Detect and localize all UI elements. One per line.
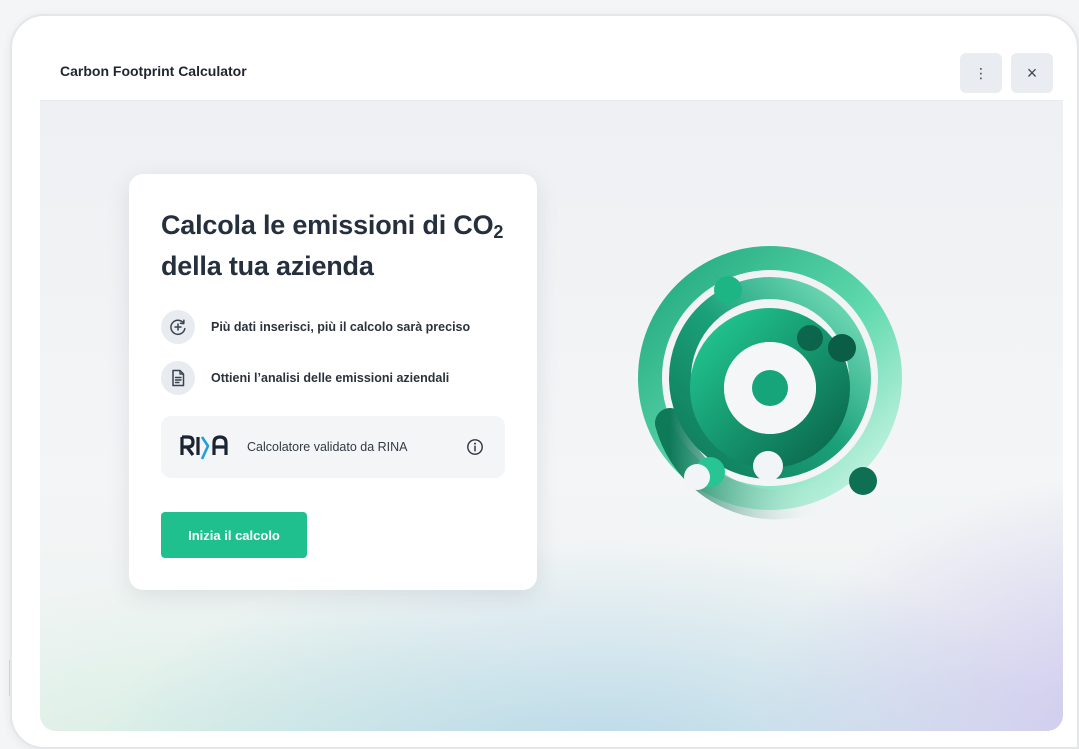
feature-item: Più dati inserisci, più il calcolo sarà … — [161, 310, 470, 344]
app-window: Carbon Footprint Calculator ⋮ × Calcola … — [40, 43, 1063, 731]
info-icon[interactable] — [466, 438, 484, 461]
rina-logo — [180, 435, 230, 466]
device-side-button — [9, 660, 10, 696]
title-subscript: 2 — [493, 222, 504, 242]
emissions-illustration — [620, 228, 920, 533]
document-icon — [161, 361, 195, 395]
feature-item: Ottieni l’analisi delle emissioni aziend… — [161, 361, 449, 395]
rina-validation-box: Calcolatore validato da RINA — [161, 416, 505, 478]
feature-text: Ottieni l’analisi delle emissioni aziend… — [211, 371, 450, 385]
title-line-2: della tua azienda — [161, 251, 374, 281]
start-calculation-button[interactable]: Inizia il calcolo — [161, 512, 307, 558]
more-vertical-icon: ⋮ — [974, 64, 988, 81]
close-icon: × — [1026, 62, 1038, 83]
page-title: Calcola le emissioni di CO2 della tua az… — [161, 208, 511, 283]
title-main: Calcola le emissioni di CO — [161, 210, 494, 240]
more-options-button[interactable]: ⋮ — [960, 53, 1002, 93]
plus-circle-icon — [161, 310, 195, 344]
tablet-frame: Carbon Footprint Calculator ⋮ × Calcola … — [10, 14, 1079, 749]
close-button[interactable]: × — [1011, 53, 1053, 93]
feature-text: Più dati inserisci, più il calcolo sarà … — [211, 320, 471, 334]
app-title: Carbon Footprint Calculator — [60, 63, 247, 79]
intro-card: Calcola le emissioni di CO2 della tua az… — [129, 174, 537, 590]
app-header: Carbon Footprint Calculator ⋮ × — [40, 43, 1063, 101]
rina-text: Calcolatore validato da RINA — [247, 440, 408, 454]
